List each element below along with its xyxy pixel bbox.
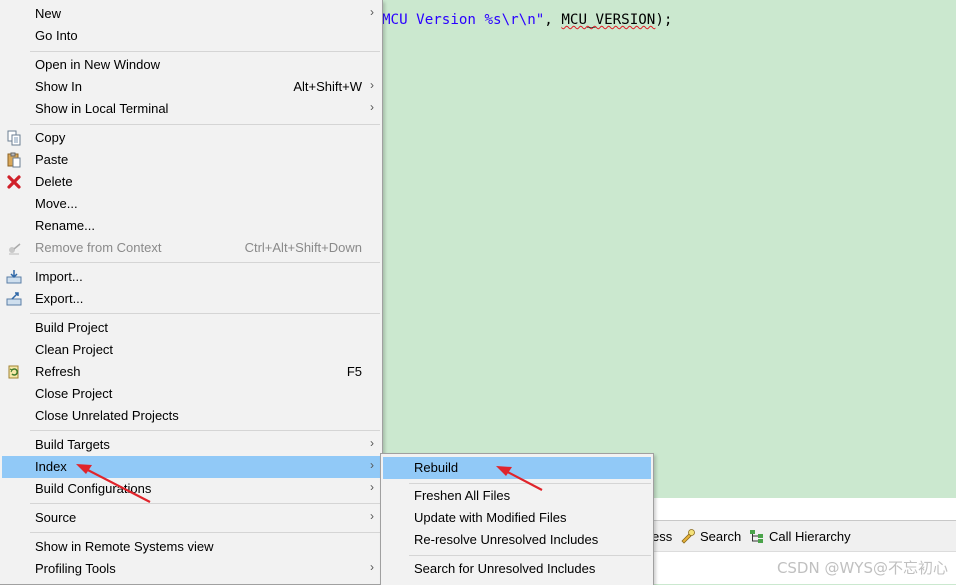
submenu-item-reresolve-includes[interactable]: Re-resolve Unresolved Includes (383, 529, 651, 551)
remove-context-icon (6, 240, 22, 256)
submenu-arrow-icon: › (370, 100, 374, 114)
menu-item-paste[interactable]: Paste (2, 149, 380, 171)
menu-item-go-into[interactable]: Go Into (2, 25, 380, 47)
menu-item-clean-project[interactable]: Clean Project (2, 339, 380, 361)
menu-separator (409, 483, 651, 484)
menu-separator (30, 124, 380, 125)
search-flashlight-icon (680, 528, 696, 544)
code-separator: , (544, 12, 562, 28)
menu-item-show-local-terminal[interactable]: Show in Local Terminal › (2, 98, 380, 120)
menu-item-delete[interactable]: Delete (2, 171, 380, 193)
submenu-item-rebuild[interactable]: Rebuild (383, 457, 651, 479)
menu-separator (30, 532, 380, 533)
menu-separator (30, 51, 380, 52)
copy-icon (6, 130, 22, 146)
menu-item-remove-from-context: Remove from Context Ctrl+Alt+Shift+Down (2, 237, 380, 259)
export-icon (6, 291, 22, 307)
project-context-menu: New › Go Into Open in New Window Show In… (0, 0, 383, 585)
menu-item-index[interactable]: Index › (2, 456, 380, 478)
menu-item-build-configurations[interactable]: Build Configurations › (2, 478, 380, 500)
menu-item-close-unrelated[interactable]: Close Unrelated Projects (2, 405, 380, 427)
tab-search[interactable]: Search (680, 527, 741, 545)
import-icon (6, 269, 22, 285)
code-string: MCU Version %s\r\n" (382, 12, 545, 28)
watermark: CSDN @WYS@不忘初心 (776, 559, 948, 577)
delete-icon (6, 174, 22, 190)
menu-separator (30, 313, 380, 314)
submenu-item-update-modified[interactable]: Update with Modified Files (383, 507, 651, 529)
submenu-arrow-icon: › (370, 509, 374, 523)
submenu-arrow-icon: › (370, 560, 374, 574)
menu-item-profiling-tools[interactable]: Profiling Tools › (2, 558, 380, 580)
submenu-item-freshen-all[interactable]: Freshen All Files (383, 485, 651, 507)
tab-partial[interactable]: ess (652, 527, 672, 545)
submenu-arrow-icon: › (370, 78, 374, 92)
menu-item-export[interactable]: Export... (2, 288, 380, 310)
menu-separator (30, 262, 380, 263)
menu-item-open-new-window[interactable]: Open in New Window (2, 54, 380, 76)
menu-item-import[interactable]: Import... (2, 266, 380, 288)
menu-item-move[interactable]: Move... (2, 193, 380, 215)
shortcut-label: Alt+Shift+W (293, 79, 362, 94)
code-line: MCU Version %s\r\n", MCU_VERSION); (382, 12, 672, 28)
menu-item-build-targets[interactable]: Build Targets › (2, 434, 380, 456)
menu-item-close-project[interactable]: Close Project (2, 383, 380, 405)
menu-item-source[interactable]: Source › (2, 507, 380, 529)
refresh-icon (6, 364, 22, 380)
menu-item-build-project[interactable]: Build Project (2, 317, 380, 339)
submenu-arrow-icon: › (370, 458, 374, 472)
menu-item-show-in[interactable]: Show In Alt+Shift+W › (2, 76, 380, 98)
tab-search-label: Search (700, 528, 742, 544)
paste-icon (6, 152, 22, 168)
tab-call-hierarchy-label: Call Hierarchy (769, 528, 851, 544)
tab-call-hierarchy[interactable]: Call Hierarchy (749, 527, 851, 545)
code-macro: MCU_VERSION (561, 12, 656, 28)
submenu-arrow-icon: › (370, 5, 374, 19)
submenu-arrow-icon: › (370, 480, 374, 494)
menu-item-show-remote-systems[interactable]: Show in Remote Systems view (2, 536, 380, 558)
code-tail: ); (655, 12, 673, 28)
tab-partial-label: ess (652, 528, 673, 544)
submenu-arrow-icon: › (370, 436, 374, 450)
call-hierarchy-icon (749, 528, 765, 544)
menu-item-rename[interactable]: Rename... (2, 215, 380, 237)
menu-item-refresh[interactable]: Refresh F5 (2, 361, 380, 383)
shortcut-label: Ctrl+Alt+Shift+Down (244, 240, 362, 255)
menu-separator (30, 503, 380, 504)
menu-separator (30, 430, 380, 431)
menu-item-new[interactable]: New › (2, 3, 380, 25)
shortcut-label: F5 (346, 364, 362, 379)
menu-separator (409, 555, 651, 556)
submenu-item-search-unresolved[interactable]: Search for Unresolved Includes (383, 558, 651, 580)
index-submenu: Rebuild Freshen All Files Update with Mo… (380, 453, 654, 585)
menu-item-copy[interactable]: Copy (2, 127, 380, 149)
